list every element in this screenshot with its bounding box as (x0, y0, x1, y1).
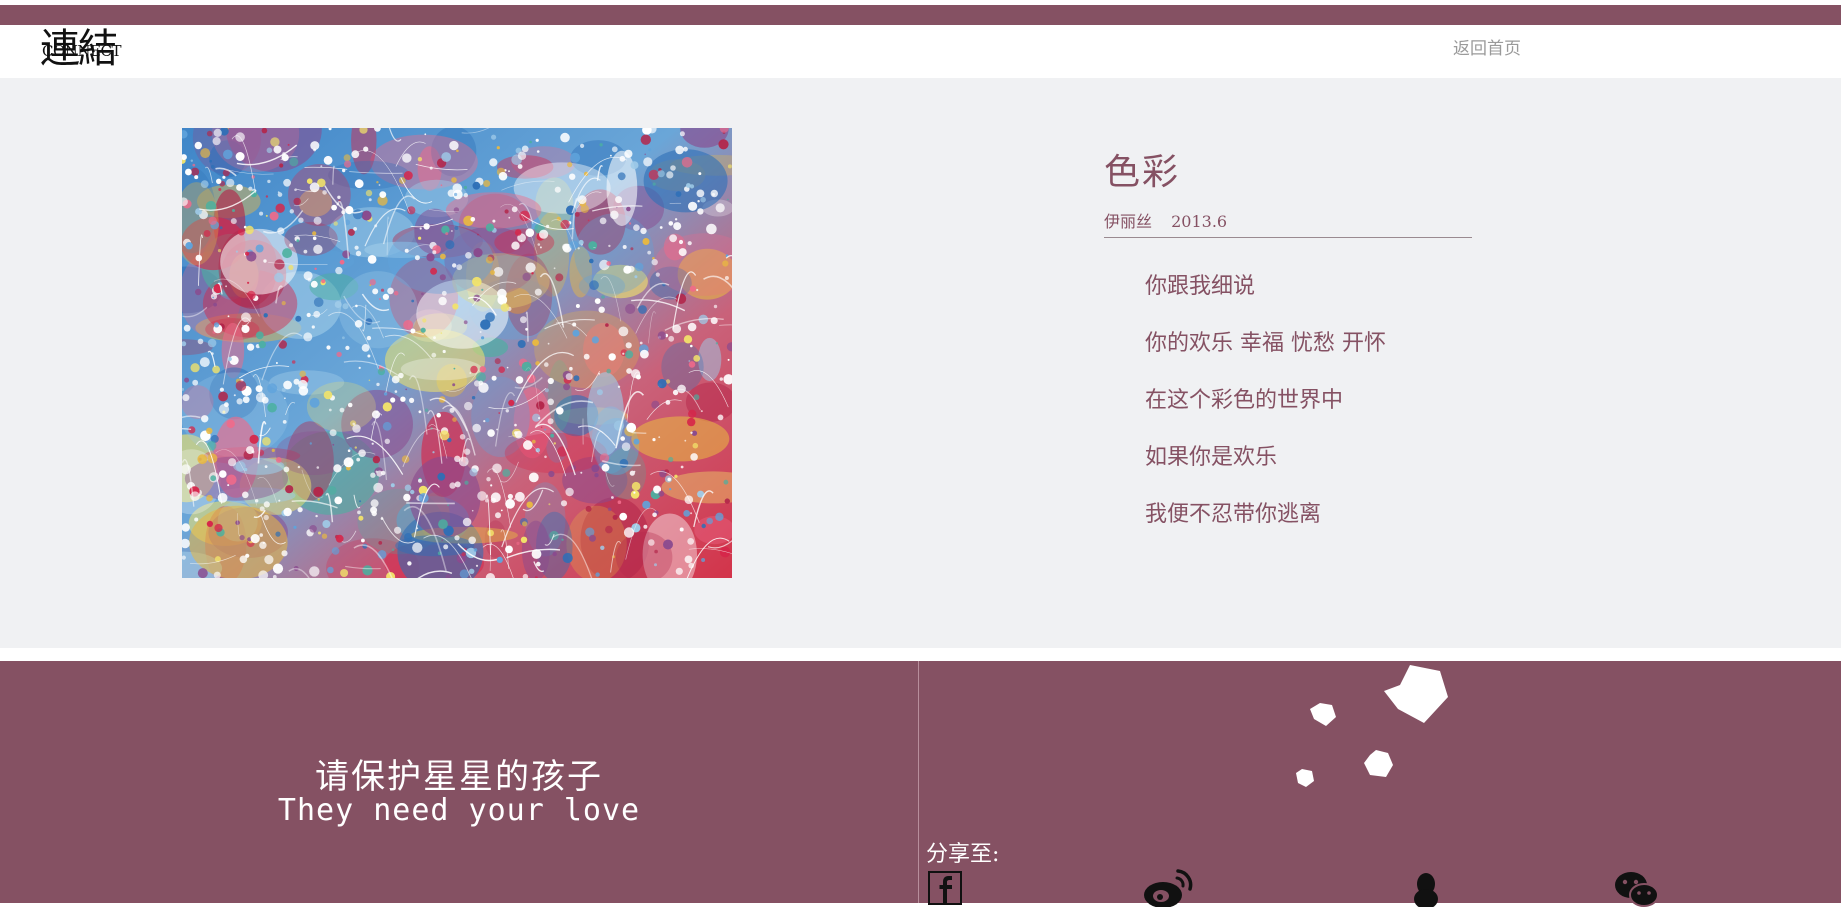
slogan-chinese: 请保护星星的孩子 (315, 757, 603, 797)
logo-english-text: CONNECT (42, 42, 121, 60)
poem-line: 你跟我细说 (1145, 274, 1256, 299)
artwork-image (182, 128, 732, 578)
footer-divider (918, 661, 919, 903)
poem-line: 我便不忍带你逃离 (1145, 502, 1322, 527)
facebook-icon[interactable] (928, 871, 962, 905)
poem-date: 2013.6 (1171, 212, 1228, 231)
poem-line: 在这个彩色的世界中 (1145, 388, 1344, 413)
slogan-english: They need your love (277, 793, 641, 828)
wechat-icon[interactable] (1614, 871, 1660, 907)
home-link[interactable]: 返回首页 (1453, 34, 1521, 59)
stars-decoration (1296, 665, 1448, 787)
main-content: 色彩 伊丽丝 2013.6 你跟我细说 你的欢乐 幸福 忧愁 开怀 在这个彩色的… (0, 78, 1841, 648)
poem-line: 你的欢乐 幸福 忧愁 开怀 (1145, 331, 1386, 356)
poem-author: 伊丽丝 (1104, 212, 1153, 231)
weibo-icon[interactable] (1142, 867, 1196, 907)
poem-line: 如果你是欢乐 (1145, 445, 1278, 470)
top-accent-bar (0, 5, 1841, 25)
share-label: 分享至: (926, 842, 1000, 867)
logo[interactable]: 連結 CONNECT (40, 27, 150, 75)
qq-icon[interactable] (1410, 873, 1442, 907)
poem-title: 色彩 (1104, 152, 1181, 193)
poem-meta: 伊丽丝 2013.6 (1104, 208, 1227, 232)
poem-divider (1104, 237, 1472, 238)
header: 連結 CONNECT 返回首页 (0, 25, 1841, 78)
footer: 请保护星星的孩子 They need your love 分享至: (0, 661, 1841, 907)
